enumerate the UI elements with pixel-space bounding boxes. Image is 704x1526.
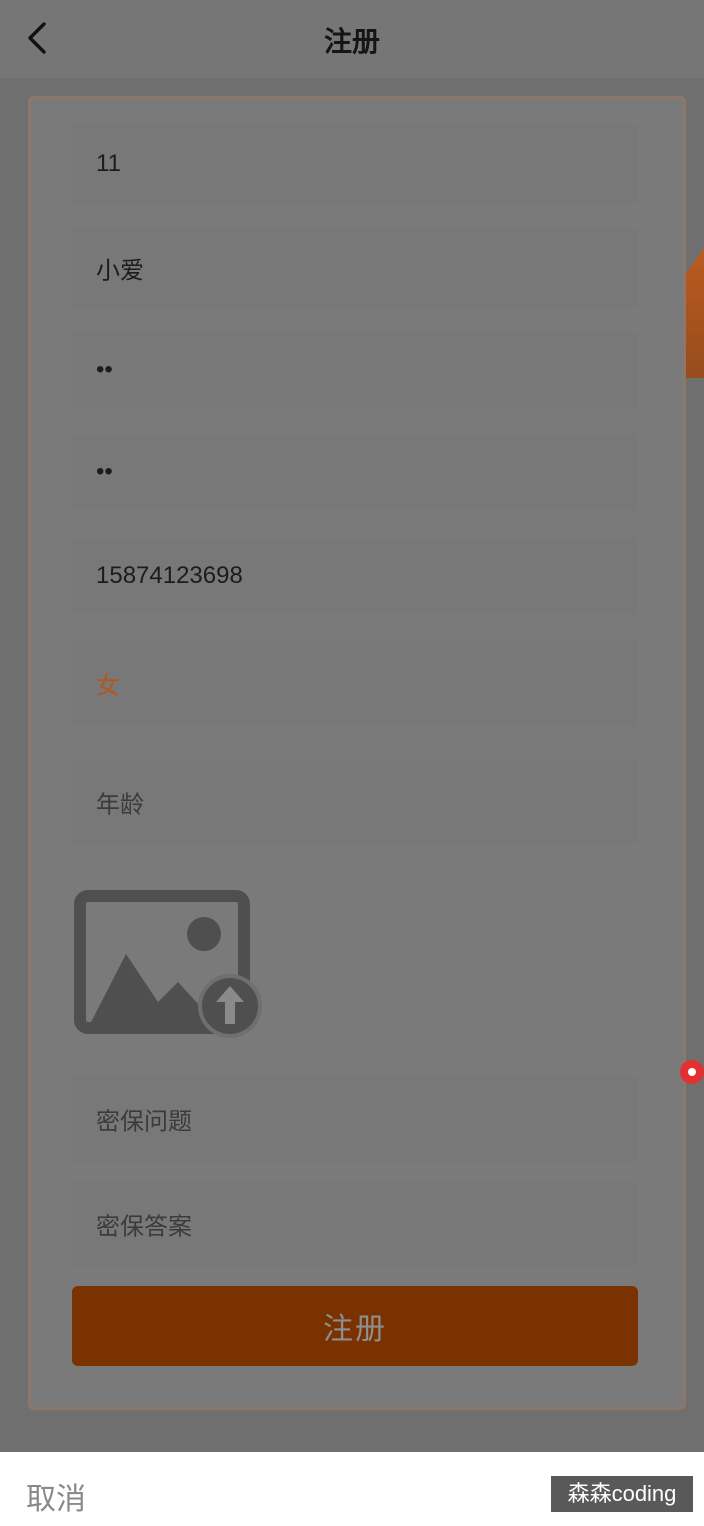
security-question-placeholder: 密保问题 [96,1108,192,1136]
nickname-field[interactable]: 小爱 [72,228,638,308]
gender-selector[interactable]: 女 [72,640,638,726]
phone-value: 15874123698 [96,562,243,589]
page-title: 注册 [323,26,380,57]
top-nav-bar: 注册 [0,0,704,78]
nickname-value: 小爱 [96,257,144,285]
age-placeholder: 年龄 [96,791,144,819]
register-page: 注册 11 小爱 •• •• 15874123698 女 年龄 密保问题 密保答… [0,0,704,1526]
username-value: 11 [96,150,121,177]
username-field[interactable]: 11 [72,124,638,204]
security-answer-placeholder: 密保答案 [96,1213,192,1241]
decorative-stripe [686,248,704,378]
password-value: •• [96,356,113,383]
register-button[interactable]: 注册 [72,1286,638,1366]
gender-value: 女 [96,672,120,700]
security-question-field[interactable]: 密保问题 [72,1076,638,1162]
phone-field[interactable]: 15874123698 [72,538,638,614]
security-answer-field[interactable]: 密保答案 [72,1182,638,1266]
avatar-upload-button[interactable] [74,890,266,1038]
register-button-label: 注册 [323,1313,387,1346]
watermark: 森森coding [551,1476,693,1512]
floating-indicator-dot[interactable] [680,1060,704,1084]
image-upload-icon [74,890,262,1038]
age-field[interactable]: 年龄 [72,760,638,844]
password-field[interactable]: •• [72,332,638,408]
confirm-password-value: •• [96,458,113,485]
bottom-action-bar: 取消 森森coding [0,1452,704,1526]
confirm-password-field[interactable]: •• [72,434,638,510]
cancel-button[interactable]: 取消 [26,1474,86,1518]
